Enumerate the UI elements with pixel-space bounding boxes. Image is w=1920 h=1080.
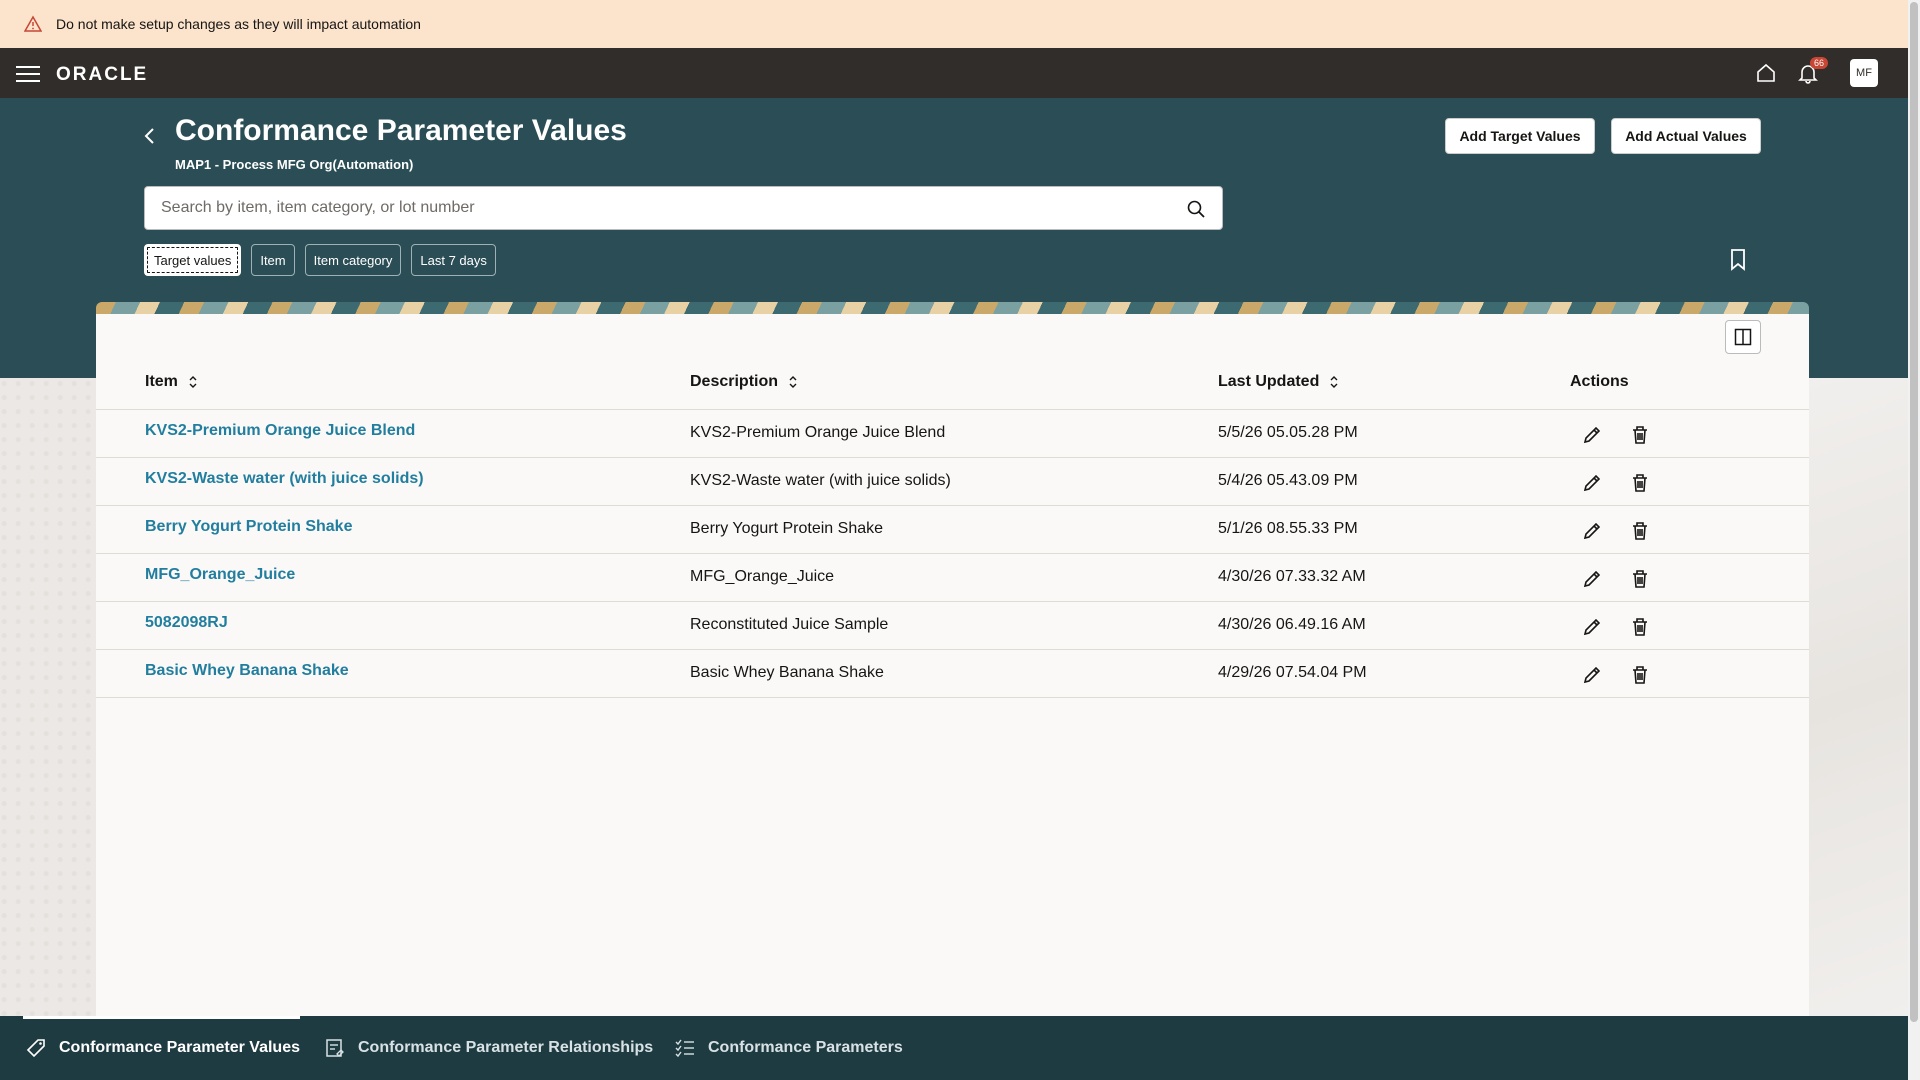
scrollbar[interactable] (1908, 0, 1920, 1080)
search-field (144, 186, 1223, 230)
search-icon[interactable] (1186, 199, 1206, 224)
delete-icon[interactable] (1627, 566, 1653, 592)
table-row: KVS2-Premium Orange Juice Blend KVS2-Prem… (96, 410, 1809, 458)
notifications-icon[interactable]: 66 (1792, 57, 1829, 89)
warning-message: Do not make setup changes as they will i… (56, 16, 421, 32)
delete-icon[interactable] (1627, 470, 1653, 496)
item-link[interactable]: Basic Whey Banana Shake (145, 662, 349, 680)
last-updated: 4/29/26 07.54.04 PM (1218, 664, 1367, 681)
avatar[interactable]: MF (1850, 59, 1878, 87)
filter-chip-target-values[interactable]: Target values (144, 244, 242, 276)
item-description: KVS2-Premium Orange Juice Blend (690, 424, 946, 441)
page-subtitle: MAP1 - Process MFG Org(Automation) (175, 157, 414, 172)
column-header-item[interactable]: Item (145, 373, 198, 391)
last-updated: 5/5/26 05.05.28 PM (1218, 424, 1358, 441)
filter-chip-item[interactable]: Item (251, 244, 295, 276)
background-pattern (1809, 378, 1908, 1016)
edit-icon[interactable] (1579, 470, 1605, 496)
warning-icon (24, 15, 42, 33)
item-description: KVS2-Waste water (with juice solids) (690, 472, 951, 489)
bottom-nav-conformance-parameter-values[interactable]: Conformance Parameter Values (23, 1016, 300, 1080)
item-link[interactable]: Berry Yogurt Protein Shake (145, 518, 352, 536)
edit-icon[interactable] (1579, 518, 1605, 544)
item-link[interactable]: KVS2-Premium Orange Juice Blend (145, 422, 415, 440)
filter-chips: Target values Item Item category Last 7 … (144, 244, 506, 276)
back-arrow-icon[interactable] (140, 124, 160, 148)
table-row: Basic Whey Banana Shake Basic Whey Banana… (96, 650, 1809, 698)
last-updated: 4/30/26 07.33.32 AM (1218, 568, 1366, 585)
sort-icon[interactable] (1329, 374, 1339, 390)
add-target-values-button[interactable]: Add Target Values (1445, 118, 1595, 154)
filter-chip-last-7-days[interactable]: Last 7 days (411, 244, 496, 276)
last-updated: 4/30/26 06.49.16 AM (1218, 616, 1366, 633)
add-actual-values-button[interactable]: Add Actual Values (1611, 118, 1761, 154)
table-row: KVS2-Waste water (with juice solids) KVS2… (96, 458, 1809, 506)
delete-icon[interactable] (1627, 518, 1653, 544)
delete-icon[interactable] (1627, 614, 1653, 640)
item-description: Reconstituted Juice Sample (690, 616, 889, 633)
last-updated: 5/4/26 05.43.09 PM (1218, 472, 1358, 489)
bottom-nav-conformance-parameter-relationships[interactable]: Conformance Parameter Relationships (324, 1016, 653, 1080)
bottom-nav-conformance-parameters[interactable]: Conformance Parameters (674, 1016, 903, 1080)
page-title: Conformance Parameter Values (175, 114, 627, 147)
column-layout-icon[interactable] (1725, 320, 1761, 354)
edit-icon[interactable] (1579, 422, 1605, 448)
home-icon[interactable] (1750, 57, 1782, 89)
column-header-actions: Actions (1570, 373, 1629, 390)
oracle-logo: ORACLE (56, 64, 149, 85)
table-row: 5082098RJ Reconstituted Juice Sample 4/30/… (96, 602, 1809, 650)
edit-icon[interactable] (1579, 566, 1605, 592)
column-header-last-updated[interactable]: Last Updated (1218, 373, 1339, 391)
edit-icon[interactable] (1579, 662, 1605, 688)
tag-icon (26, 1039, 45, 1058)
table-row: MFG_Orange_Juice MFG_Orange_Juice 4/30/26 … (96, 554, 1809, 602)
warning-banner: Do not make setup changes as they will i… (0, 0, 1908, 48)
item-description: Berry Yogurt Protein Shake (690, 520, 884, 537)
bottom-navigation: Conformance Parameter Values Conformance… (0, 1016, 1908, 1080)
item-link[interactable]: 5082098RJ (145, 614, 228, 632)
delete-icon[interactable] (1627, 662, 1653, 688)
column-header-description[interactable]: Description (690, 373, 798, 391)
bookmark-icon[interactable] (1728, 248, 1748, 277)
relationship-icon (326, 1039, 344, 1057)
scrollbar-thumb[interactable] (1910, 2, 1918, 1022)
item-link[interactable]: MFG_Orange_Juice (145, 566, 295, 584)
search-input[interactable] (161, 199, 1161, 217)
global-header: ORACLE 66 MF (0, 48, 1908, 98)
filter-chip-item-category[interactable]: Item category (304, 244, 402, 276)
edit-icon[interactable] (1579, 614, 1605, 640)
background-pattern (0, 378, 96, 1016)
sort-icon[interactable] (188, 374, 198, 390)
last-updated: 5/1/26 08.55.33 PM (1218, 520, 1358, 537)
notification-badge: 66 (1810, 57, 1829, 69)
item-description: MFG_Orange_Juice (690, 568, 835, 585)
table-row: Berry Yogurt Protein Shake Berry Yogurt P… (96, 506, 1809, 554)
delete-icon[interactable] (1627, 422, 1653, 448)
checklist-icon (675, 1039, 694, 1058)
menu-icon[interactable] (16, 63, 40, 83)
sort-icon[interactable] (788, 374, 798, 390)
item-description: Basic Whey Banana Shake (690, 664, 884, 681)
item-link[interactable]: KVS2-Waste water (with juice solids) (145, 470, 424, 488)
